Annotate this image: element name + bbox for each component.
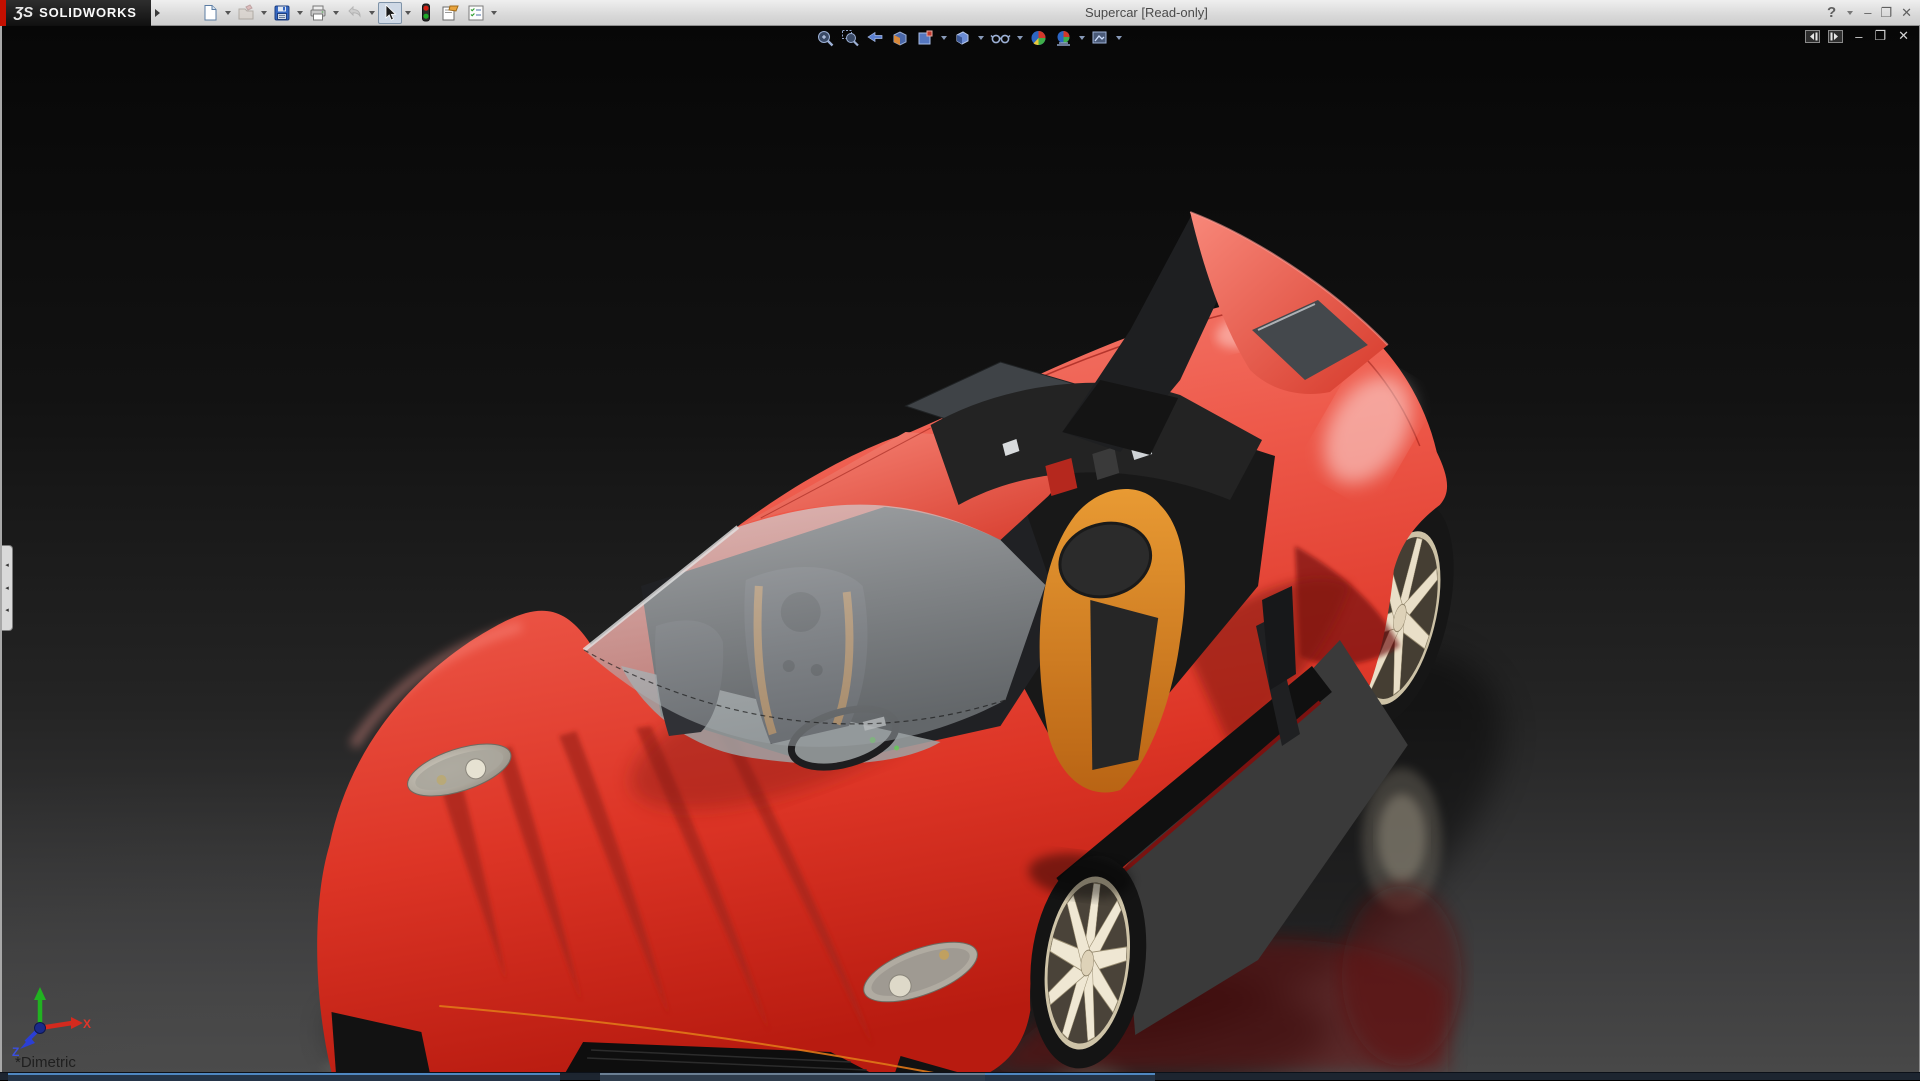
zoom-to-area-button[interactable] (839, 28, 862, 48)
edit-appearance-icon (1031, 31, 1046, 46)
help-button[interactable]: ? (1827, 0, 1836, 26)
save-button[interactable] (270, 2, 294, 24)
display-style-caret[interactable] (976, 27, 986, 49)
minimize-button[interactable]: – (1864, 0, 1871, 26)
doc-restore-button[interactable]: ❐ (1874, 28, 1886, 44)
collapse-arrow-icon: ◂ (5, 607, 9, 615)
print-button[interactable] (306, 2, 330, 24)
view-orientation-icon (918, 30, 933, 45)
display-style-icon (956, 31, 969, 45)
collapse-arrow-icon: ◂ (5, 584, 9, 592)
display-style-button[interactable] (951, 28, 974, 48)
window-title: Supercar [Read-only] (1085, 5, 1208, 20)
previous-view-button[interactable] (864, 28, 887, 48)
options-button[interactable] (464, 2, 488, 24)
apply-scene-caret[interactable] (1077, 27, 1087, 49)
doc-close-button[interactable]: ✕ (1898, 28, 1909, 44)
view-orientation-caret[interactable] (939, 27, 949, 49)
view-settings-button[interactable] (1089, 28, 1112, 48)
doc-minimize-button[interactable]: – (1855, 29, 1862, 44)
zoom-to-fit-button[interactable] (814, 28, 837, 48)
help-dropdown-caret[interactable] (1845, 2, 1855, 24)
select-button[interactable] (377, 1, 402, 24)
heads-up-view-toolbar (814, 27, 1124, 49)
feature-tree-collapsed-tab[interactable]: ◂ ◂ ◂ (2, 545, 13, 631)
hide-show-items-icon (990, 34, 1011, 44)
select-cursor-icon (385, 3, 397, 21)
undo-button[interactable] (342, 2, 366, 24)
rebuild-stoplight-icon (421, 3, 430, 22)
menu-flyout-arrow-icon[interactable] (154, 8, 160, 17)
print-icon (310, 5, 326, 20)
solidworks-logo-mark: ƷS (14, 4, 34, 21)
save-icon (274, 5, 290, 20)
collapse-arrow-icon: ◂ (5, 561, 9, 569)
taskbar-edge[interactable] (0, 1072, 1920, 1081)
options-dropdown-caret[interactable] (489, 2, 499, 24)
main-toolbar (198, 1, 499, 24)
apply-scene-icon (1057, 31, 1070, 46)
save-dropdown-caret[interactable] (295, 2, 305, 24)
x-axis-label: X (83, 1017, 91, 1031)
view-settings-icon (1092, 29, 1107, 44)
view-settings-caret[interactable] (1114, 27, 1124, 49)
undo-dropdown-caret[interactable] (367, 2, 377, 24)
section-view-button[interactable] (889, 28, 912, 48)
close-button[interactable]: ✕ (1901, 0, 1912, 26)
restore-button[interactable]: ❐ (1880, 0, 1892, 26)
open-button[interactable] (234, 2, 258, 24)
open-dropdown-caret[interactable] (259, 2, 269, 24)
open-icon (238, 3, 254, 19)
graphics-area[interactable]: – ❐ ✕ ◂ ◂ ◂ X Z *Dimetric (0, 26, 1920, 1072)
file-properties-button[interactable] (439, 2, 463, 24)
new-document-button[interactable] (198, 2, 222, 24)
y-axis-arrow (34, 987, 46, 1000)
collapse-pane-right-icon[interactable] (1828, 29, 1844, 43)
model-viewport-canvas[interactable] (2, 26, 1919, 1072)
options-icon (468, 5, 484, 20)
print-dropdown-caret[interactable] (331, 2, 341, 24)
zoom-to-area-icon (842, 30, 859, 47)
app-logo: ƷS SOLIDWORKS (6, 0, 151, 26)
new-dropdown-caret[interactable] (223, 2, 233, 24)
undo-icon (348, 5, 361, 18)
collapse-pane-left-icon[interactable] (1805, 29, 1821, 43)
rebuild-button[interactable] (414, 2, 438, 24)
hide-show-items-button[interactable] (988, 28, 1013, 48)
file-properties-icon (442, 5, 459, 20)
view-orientation-button[interactable] (914, 28, 937, 48)
new-document-icon (204, 4, 217, 20)
hide-show-items-caret[interactable] (1015, 27, 1025, 49)
section-view-icon (893, 31, 907, 46)
document-window-controls: – ❐ ✕ (1805, 28, 1909, 44)
x-axis-arrow (71, 1017, 83, 1029)
edit-appearance-button[interactable] (1027, 28, 1050, 48)
zoom-to-fit-icon (818, 31, 834, 47)
previous-view-icon (867, 31, 883, 43)
select-dropdown-caret[interactable] (403, 2, 413, 24)
title-bar: ƷS SOLIDWORKS Supercar [Read-only] ? – ❐… (0, 0, 1920, 26)
apply-scene-button[interactable] (1052, 28, 1075, 48)
solidworks-logo-text: SOLIDWORKS (39, 5, 137, 20)
view-orientation-label: *Dimetric (15, 1054, 76, 1071)
